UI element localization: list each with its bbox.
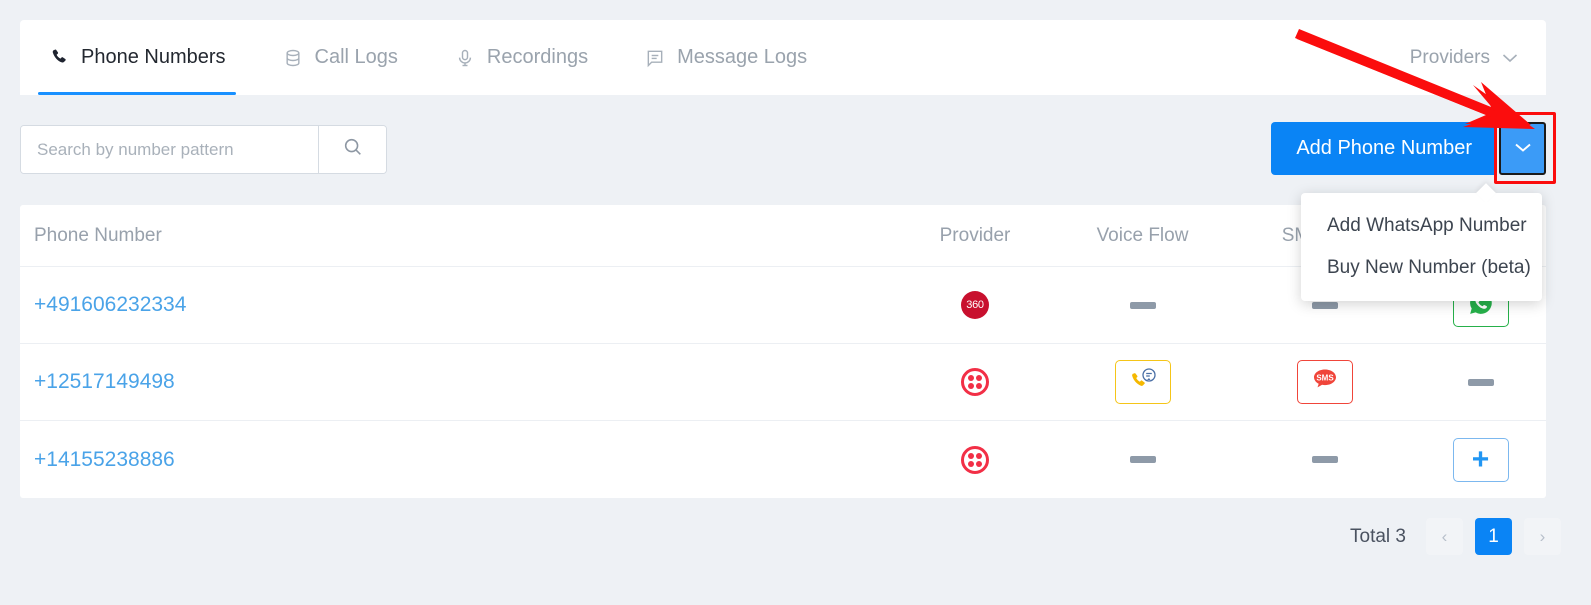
tab-phone-numbers[interactable]: Phone Numbers bbox=[20, 20, 254, 95]
add-phone-number-button[interactable]: Add Phone Number bbox=[1271, 122, 1497, 175]
phone-numbers-page: Phone Numbers Call Logs bbox=[0, 0, 1591, 605]
empty-dash-icon bbox=[1312, 456, 1338, 463]
cell-provider bbox=[900, 446, 1050, 474]
tab-label: Phone Numbers bbox=[81, 46, 226, 69]
menu-item-add-whatsapp-number[interactable]: Add WhatsApp Number bbox=[1301, 205, 1542, 247]
add-plus-icon[interactable]: + bbox=[1453, 438, 1509, 482]
empty-dash-icon bbox=[1130, 456, 1156, 463]
cell-phone-number: +14155238886 bbox=[20, 448, 900, 472]
chevron-down-icon bbox=[1514, 140, 1532, 158]
database-icon bbox=[282, 47, 304, 69]
cell-whatsapp-flow bbox=[1415, 379, 1546, 386]
table-row: +14155238886 + bbox=[20, 421, 1546, 498]
sms-flow-icon: SMS bbox=[1310, 366, 1340, 398]
cell-sms-flow bbox=[1235, 302, 1415, 309]
column-header-phone-number: Phone Number bbox=[20, 225, 900, 247]
empty-dash-icon bbox=[1312, 302, 1338, 309]
toolbar: Add Phone Number bbox=[20, 105, 1546, 195]
cell-provider bbox=[900, 368, 1050, 396]
phone-number-link[interactable]: +14155238886 bbox=[34, 448, 175, 471]
tab-label: Recordings bbox=[487, 46, 588, 69]
twilio-icon bbox=[961, 446, 989, 474]
twilio-icon bbox=[961, 368, 989, 396]
menu-item-buy-new-number[interactable]: Buy New Number (beta) bbox=[1301, 247, 1542, 289]
cell-whatsapp-flow: + bbox=[1415, 438, 1546, 482]
phone-number-link[interactable]: +12517149498 bbox=[34, 370, 175, 393]
table-row: +12517149498 bbox=[20, 344, 1546, 421]
add-number-dropdown-menu: Add WhatsApp Number Buy New Number (beta… bbox=[1301, 193, 1542, 301]
tab-list: Phone Numbers Call Logs bbox=[20, 20, 835, 95]
360dialog-icon: 360 bbox=[961, 291, 989, 319]
sms-flow-button[interactable]: SMS bbox=[1297, 360, 1353, 404]
phone-number-link[interactable]: +491606232334 bbox=[34, 293, 186, 316]
microphone-icon bbox=[454, 47, 476, 69]
cell-phone-number: +491606232334 bbox=[20, 293, 900, 317]
chevron-down-icon bbox=[1502, 47, 1518, 69]
tab-active-underline bbox=[38, 92, 236, 95]
tab-bar: Phone Numbers Call Logs bbox=[20, 20, 1546, 95]
phone-icon bbox=[48, 47, 70, 69]
add-phone-number-group: Add Phone Number bbox=[1271, 122, 1546, 175]
svg-text:SMS: SMS bbox=[1316, 374, 1334, 383]
tab-message-logs[interactable]: Message Logs bbox=[616, 20, 835, 95]
providers-filter[interactable]: Providers bbox=[1410, 47, 1518, 69]
tab-label: Message Logs bbox=[677, 46, 807, 69]
column-header-voice-flow: Voice Flow bbox=[1050, 225, 1235, 247]
pagination-prev-button[interactable]: ‹ bbox=[1426, 518, 1463, 555]
add-phone-number-dropdown-toggle[interactable] bbox=[1499, 122, 1546, 175]
cell-voice-flow bbox=[1050, 302, 1235, 309]
providers-filter-label: Providers bbox=[1410, 47, 1490, 69]
cell-sms-flow bbox=[1235, 456, 1415, 463]
cell-voice-flow bbox=[1050, 360, 1235, 404]
search-icon bbox=[342, 136, 364, 163]
pagination-page-1[interactable]: 1 bbox=[1475, 518, 1512, 555]
cell-provider: 360 bbox=[900, 291, 1050, 319]
tab-label: Call Logs bbox=[315, 46, 398, 69]
pagination-next-button[interactable]: › bbox=[1524, 518, 1561, 555]
pagination: Total 3 ‹ 1 › bbox=[1350, 518, 1561, 555]
cell-sms-flow: SMS bbox=[1235, 360, 1415, 404]
voice-flow-button[interactable] bbox=[1115, 360, 1171, 404]
search-bar bbox=[20, 125, 387, 174]
tab-call-logs[interactable]: Call Logs bbox=[254, 20, 426, 95]
cell-voice-flow bbox=[1050, 456, 1235, 463]
total-count-label: Total 3 bbox=[1350, 526, 1406, 548]
column-header-provider: Provider bbox=[900, 225, 1050, 247]
empty-dash-icon bbox=[1130, 302, 1156, 309]
search-input[interactable] bbox=[21, 126, 318, 173]
tab-recordings[interactable]: Recordings bbox=[426, 20, 616, 95]
cell-phone-number: +12517149498 bbox=[20, 370, 900, 394]
search-button[interactable] bbox=[318, 126, 386, 173]
empty-dash-icon bbox=[1468, 379, 1494, 386]
voice-flow-icon bbox=[1130, 368, 1156, 397]
message-icon bbox=[644, 47, 666, 69]
